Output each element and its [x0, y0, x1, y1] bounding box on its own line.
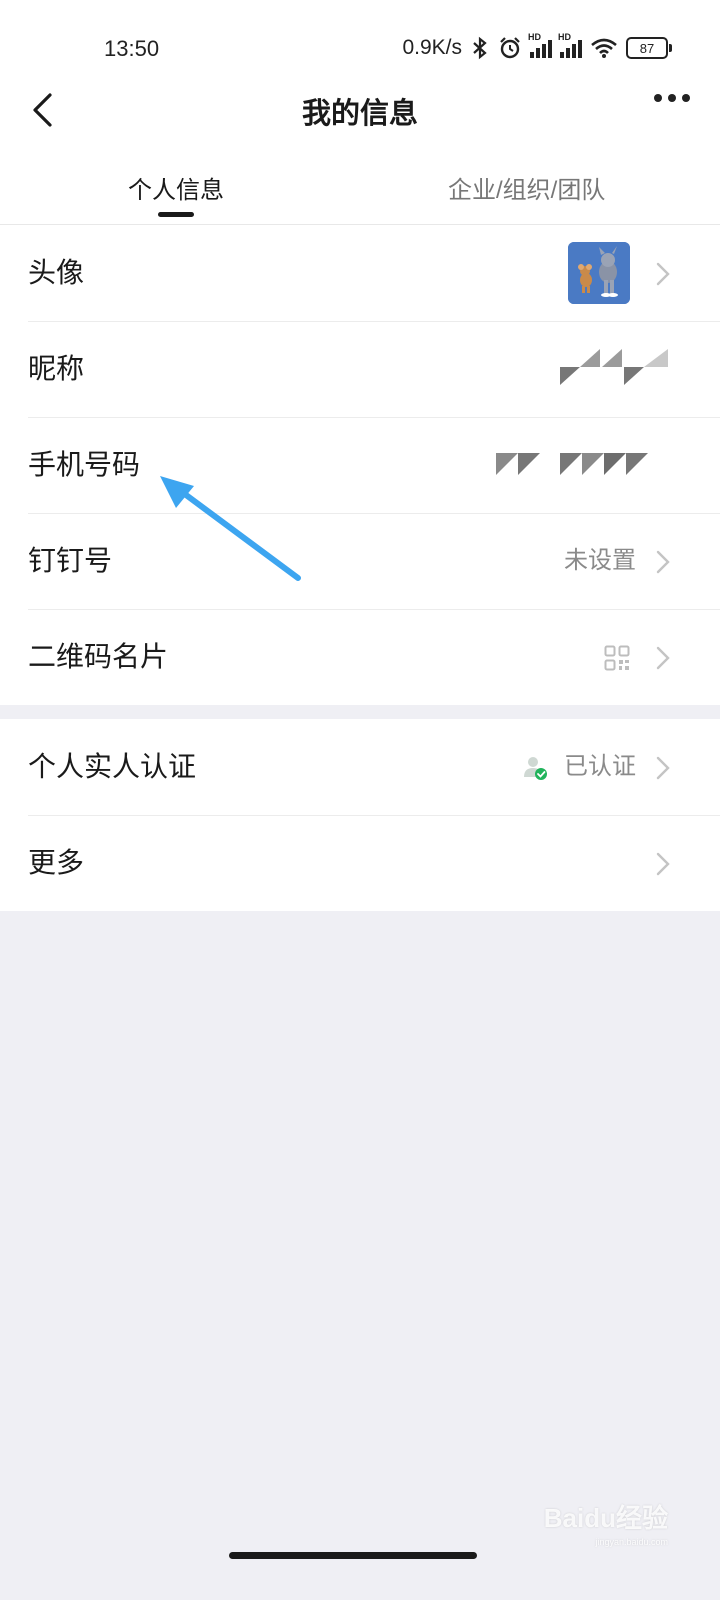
row-dingtalk-id[interactable]: 钉钉号 未设置 [0, 513, 720, 609]
watermark-url: jingyan.baidu.com [595, 1537, 668, 1547]
tab-bar: 个人信息 企业/组织/团队 [0, 160, 720, 225]
redacted-phone [496, 453, 648, 475]
chevron-right-icon [656, 646, 670, 670]
personal-info-list: 头像 昵称 手机号码 钉钉号 未设置 二维码名片 [0, 225, 720, 705]
chevron-right-icon [656, 550, 670, 574]
real-name-label: 个人实人认证 [28, 751, 197, 782]
nickname-label: 昵称 [28, 353, 85, 384]
chevron-right-icon [656, 852, 670, 876]
signal-icon-1: HD [528, 32, 552, 58]
more-options-button[interactable] [654, 94, 690, 102]
status-icons: 0.9K/s HD HD 87 [402, 32, 672, 62]
dot-icon [682, 94, 690, 102]
signal-icon-2: HD [558, 32, 582, 58]
watermark-brand: Baidu经验 [543, 1503, 668, 1533]
chevron-right-icon [656, 262, 670, 286]
net-speed: 0.9K/s [402, 36, 462, 59]
row-phone[interactable]: 手机号码 [0, 417, 720, 513]
dot-icon [668, 94, 676, 102]
wifi-icon [591, 38, 617, 58]
verification-list: 个人实人认证 已认证 更多 [0, 719, 720, 911]
active-tab-indicator [158, 212, 194, 217]
tab-organization[interactable]: 企业/组织/团队 [448, 170, 605, 205]
watermark: Baidu经验 jingyan.baidu.com [544, 1498, 668, 1547]
chevron-right-icon [656, 756, 670, 780]
redacted-nickname [560, 349, 668, 385]
avatar[interactable] [568, 242, 630, 304]
row-qr-card[interactable]: 二维码名片 [0, 609, 720, 705]
verification-status: 已认证 [564, 753, 636, 780]
row-real-name-verification[interactable]: 个人实人认证 已认证 [0, 719, 720, 815]
alarm-icon [500, 37, 520, 59]
annotation-arrow-icon [160, 476, 301, 581]
avatar-image [568, 242, 630, 304]
dingtalk-id-value: 未设置 [564, 547, 636, 574]
verified-user-icon [524, 757, 547, 780]
battery-icon: 87 [626, 37, 672, 59]
qr-code-icon [604, 645, 630, 671]
dingtalk-id-label: 钉钉号 [28, 545, 113, 576]
row-avatar[interactable]: 头像 [0, 225, 720, 321]
page-title: 我的信息 [301, 98, 418, 130]
home-indicator[interactable] [229, 1552, 477, 1559]
tab-personal-info[interactable]: 个人信息 [128, 170, 224, 205]
more-label: 更多 [28, 847, 85, 878]
bluetooth-icon [473, 36, 487, 60]
avatar-label: 头像 [28, 257, 85, 288]
row-nickname[interactable]: 昵称 [0, 321, 720, 417]
phone-label: 手机号码 [28, 449, 141, 480]
qr-card-label: 二维码名片 [28, 641, 169, 672]
dot-icon [654, 94, 662, 102]
status-bar: 13:50 0.9K/s HD HD 87 [0, 0, 720, 96]
status-time: 13:50 [104, 36, 160, 61]
row-more[interactable]: 更多 [0, 815, 720, 911]
